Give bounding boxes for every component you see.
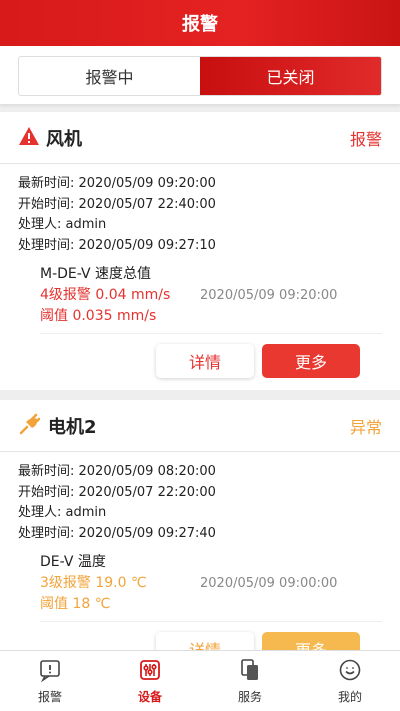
- alarm-card: 风机 报警 最新时间: 2020/05/09 09:20:00 开始时间: 20…: [0, 112, 400, 390]
- profile-icon: [338, 658, 362, 688]
- tab-closed-alarms[interactable]: 已关闭: [200, 57, 381, 95]
- start-time: 开始时间: 2020/05/07 22:40:00: [18, 196, 216, 212]
- tab-bar: 报警中 已关闭: [18, 56, 382, 96]
- status-label: 异常: [349, 417, 382, 437]
- device-name: 风机: [46, 128, 82, 150]
- start-time: 开始时间: 2020/05/07 22:20:00: [18, 484, 216, 500]
- threshold: 阈值 18 ℃: [40, 596, 111, 612]
- nav-item-alarm[interactable]: 报警: [0, 651, 100, 711]
- nav-item-service[interactable]: 服务: [200, 651, 300, 711]
- equipment-icon: [138, 658, 162, 688]
- nav-label: 报警: [37, 689, 62, 704]
- card-header[interactable]: 风机 报警: [0, 112, 400, 164]
- metric-block: DE-V 温度 3级报警 19.0 ℃ 阈值 18 ℃ 2020/05/09 0…: [40, 552, 382, 622]
- page-title: 报警: [182, 14, 218, 35]
- metric-name: M-DE-V 速度总值: [40, 266, 152, 282]
- alarm-list[interactable]: 风机 报警 最新时间: 2020/05/09 09:20:00 开始时间: 20…: [0, 112, 400, 650]
- metric-time: 2020/05/09 09:00:00: [200, 576, 338, 591]
- handle-time: 处理时间: 2020/05/09 09:27:10: [18, 237, 216, 253]
- handler: 处理人: admin: [18, 505, 107, 520]
- nav-label: 我的: [337, 689, 362, 704]
- more-button[interactable]: 更多: [262, 344, 360, 378]
- threshold: 阈值 0.035 mm/s: [40, 308, 157, 324]
- metric-name: DE-V 温度: [40, 554, 106, 570]
- alarm-icon: [38, 658, 62, 688]
- alarm-info: 最新时间: 2020/05/09 08:20:00 开始时间: 2020/05/…: [0, 452, 400, 544]
- latest-time: 最新时间: 2020/05/09 09:20:00: [18, 176, 216, 191]
- tab-active-alarms[interactable]: 报警中: [19, 57, 200, 95]
- card-actions: 详情 更多: [0, 334, 400, 390]
- card-actions: 详情 更多: [0, 622, 400, 650]
- device-name: 电机2: [48, 416, 97, 438]
- status-label: 报警: [349, 129, 382, 149]
- handler: 处理人: admin: [18, 217, 107, 232]
- plug-icon: [18, 413, 42, 439]
- warning-triangle-icon: [18, 126, 40, 150]
- alarm-card: 电机2 异常 最新时间: 2020/05/09 08:20:00 开始时间: 2…: [0, 400, 400, 650]
- alarm-info: 最新时间: 2020/05/09 09:20:00 开始时间: 2020/05/…: [0, 164, 400, 256]
- nav-label: 服务: [237, 689, 262, 704]
- metric-block: M-DE-V 速度总值 4级报警 0.04 mm/s 阈值 0.035 mm/s…: [40, 264, 382, 334]
- header-bar: 报警: [0, 0, 400, 46]
- bottom-nav: 报警 设备 服务 我的: [0, 650, 400, 711]
- latest-time: 最新时间: 2020/05/09 08:20:00: [18, 464, 216, 479]
- detail-button[interactable]: 详情: [156, 632, 254, 650]
- more-button[interactable]: 更多: [262, 632, 360, 650]
- handle-time: 处理时间: 2020/05/09 09:27:40: [18, 525, 216, 541]
- metric-time: 2020/05/09 09:20:00: [200, 288, 338, 303]
- nav-label: 设备: [137, 689, 162, 704]
- nav-item-equipment[interactable]: 设备: [100, 651, 200, 711]
- tab-bar-container: 报警中 已关闭: [0, 46, 400, 104]
- service-icon: [238, 658, 262, 688]
- detail-button[interactable]: 详情: [156, 344, 254, 378]
- card-header[interactable]: 电机2 异常: [0, 400, 400, 452]
- nav-item-profile[interactable]: 我的: [300, 651, 400, 711]
